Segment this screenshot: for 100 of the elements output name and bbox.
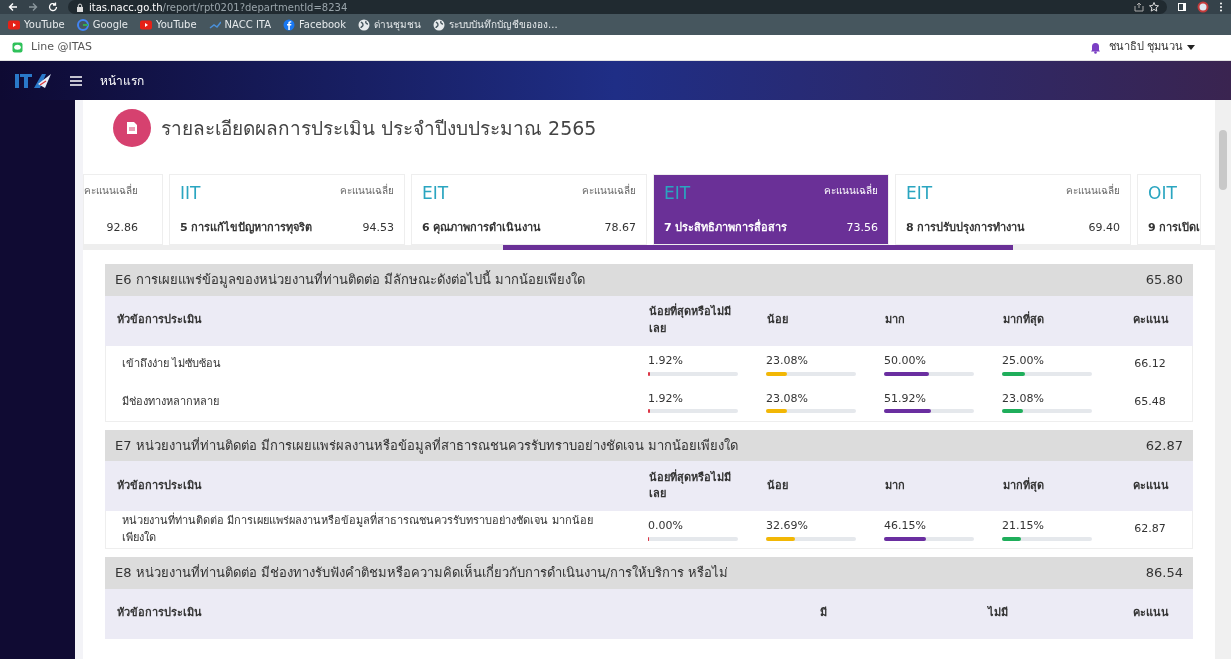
column-header: มากที่สุด	[1003, 312, 1045, 329]
tab-group: EIT	[664, 183, 788, 204]
bookmark-link[interactable]: Facebook	[283, 17, 347, 32]
item-label: หน่วยงานที่ท่านติดต่อ มีการเผยแพร่ผลงานหรือข้อมูลที่สาธารณชนควรรับทราบอย่างชัดเจน มากน้อยเพียงใด	[121, 513, 594, 546]
bookmark-link[interactable]: ด่านชุมชน	[358, 17, 422, 32]
tab-average-label: คะแนนเฉลี่ย	[824, 183, 878, 198]
address-bar[interactable]: itas.nacc.go.th/report/rpt0201?departmentId=8234	[68, 0, 1167, 14]
column-header: น้อยที่สุดหรือไม่มีเลย	[649, 469, 732, 502]
tab-group: OIT	[1148, 183, 1201, 204]
bookmark-link[interactable]: ระบบบันทึกบัญชีขององ...	[433, 17, 558, 32]
column-header: มากที่สุด	[1003, 477, 1045, 494]
bookmark-link[interactable]: NACC ITA	[208, 17, 272, 32]
bell-icon[interactable]	[1089, 41, 1101, 54]
percent-value: 51.92%	[884, 390, 927, 407]
bookmark-link[interactable]: Google	[76, 17, 128, 32]
question-score: 62.87	[1145, 436, 1183, 455]
user-menu[interactable]: ชนาธิป ชุมนวน	[1108, 39, 1195, 56]
percent-value: 32.69%	[766, 518, 809, 535]
category-tab[interactable]: IIT 5 การแก้ไขปัญหาการทุจริต คะแนนเฉลี่ย 94.53	[169, 174, 405, 245]
tab-group: IIT	[180, 183, 313, 204]
percent-value: 25.00%	[1002, 353, 1045, 370]
percent-value: 0.00%	[648, 518, 684, 535]
question-title: E7 หน่วยงานที่ท่านติดต่อ มีการเผยแพร่ผลงานหรือข้อมูลที่สาธารณชนควรรับทราบอย่างชัดเจน มากน้อยเพียงใด	[115, 436, 738, 455]
url-path: /report/rpt0201?departmentId=8234	[162, 1, 348, 13]
column-header: หัวข้อการประเมิน	[117, 477, 203, 494]
question-title: E8 หน่วยงานที่ท่านติดต่อ มีช่องทางรับฟังคำติชมหรือความคิดเห็นเกี่ยวกับการดำเนินงาน/การให้บริการ หรือไม่	[115, 563, 729, 582]
tab-name: 6 คุณภาพการดำเนินงาน	[422, 219, 542, 236]
globe-icon	[358, 18, 371, 31]
item-score: 62.87	[1133, 521, 1167, 538]
scrollbar[interactable]	[1215, 100, 1231, 659]
star-icon[interactable]	[1149, 2, 1159, 12]
logo-drawing[interactable]	[14, 71, 52, 90]
tab-average-label: คะแนนเฉลี่ย	[84, 183, 138, 198]
tab-average-label: คะแนนเฉลี่ย	[340, 183, 394, 198]
file-icon	[127, 122, 137, 134]
item-score: 65.48	[1133, 393, 1167, 410]
question-score: 86.54	[1145, 564, 1183, 582]
google-icon	[76, 18, 89, 31]
line-link[interactable]: Line @ITAS	[12, 39, 93, 56]
percent-value: 23.08%	[766, 353, 809, 370]
column-header: หัวข้อการประเมิน	[117, 605, 203, 622]
lock-icon	[76, 2, 84, 12]
category-tab[interactable]: OIT 9 การเปิดเ	[1137, 174, 1202, 245]
page-title: รายละเอียดผลการประเมิน ประจำปีงบประมาณ 2565	[161, 116, 597, 140]
url-host: itas.nacc.go.th	[89, 1, 163, 13]
side-panel-icon[interactable]	[1177, 2, 1187, 12]
category-tab[interactable]: EIT 6 คุณภาพการดำเนินงาน คะแนนเฉลี่ย 78.67	[411, 174, 647, 245]
scrollbar-thumb[interactable]	[1219, 130, 1227, 190]
category-tab[interactable]: EIT 8 การปรับปรุงการทำงาน คะแนนเฉลี่ย 69.40	[895, 174, 1131, 245]
column-header: น้อยที่สุดหรือไม่มีเลย	[649, 304, 732, 337]
column-header: คะแนน	[1132, 605, 1170, 622]
column-header: คะแนน	[1132, 477, 1170, 494]
question-score: 65.80	[1145, 271, 1183, 289]
tab-score: 73.56	[846, 219, 878, 236]
column-header: น้อย	[767, 312, 789, 329]
column-header: คะแนน	[1132, 312, 1170, 329]
share-icon[interactable]	[1134, 2, 1144, 12]
category-tab[interactable]: EIT 7 ประสิทธิภาพการสื่อสาร คะแนนเฉลี่ย 73.56	[653, 174, 889, 245]
column-header: หัวข้อการประเมิน	[117, 312, 203, 329]
tab-group: EIT	[906, 183, 1026, 204]
percent-value: 23.08%	[766, 390, 809, 407]
back-icon[interactable]	[8, 2, 18, 12]
tab-average-label: คะแนนเฉลี่ย	[582, 183, 636, 198]
chat-icon	[12, 42, 23, 53]
youtube-icon	[8, 18, 20, 31]
percent-value: 1.92%	[648, 390, 684, 407]
tab-score: 69.40	[1088, 219, 1120, 236]
percent-value: 50.00%	[884, 353, 927, 370]
percent-value: 21.15%	[1002, 518, 1045, 535]
tab-group: EIT	[422, 183, 542, 204]
column-header: มี	[820, 605, 828, 622]
avatar-icon[interactable]	[1197, 1, 1209, 13]
percent-value: 23.08%	[1002, 390, 1045, 407]
more-icon[interactable]	[1219, 2, 1223, 12]
caret-icon	[1187, 45, 1195, 50]
tab-average-label: คะแนนเฉลี่ย	[1066, 183, 1120, 198]
bookmark-link[interactable]: YouTube	[139, 17, 197, 32]
reload-icon[interactable]	[48, 2, 58, 12]
tab-name: 5 การแก้ไขปัญหาการทุจริต	[180, 219, 313, 236]
tab-name: 9 การเปิดเ	[1148, 219, 1201, 236]
home-link[interactable]: หน้าแรก	[100, 71, 144, 90]
question-title: E6 การเผยแพร่ข้อมูลของหน่วยงานที่ท่านติดต่อ มีลักษณะดังต่อไปนี้ มากน้อยเพียงใด	[115, 270, 585, 290]
forward-icon[interactable]	[28, 2, 38, 12]
percent-value: 1.92%	[648, 353, 684, 370]
youtube-icon	[139, 18, 152, 31]
category-tab[interactable]: คะแนนเฉลี่ย 92.86	[83, 174, 163, 245]
tab-score: 92.86	[106, 219, 138, 236]
bookmark-link[interactable]: YouTube	[8, 17, 65, 32]
tab-score: 94.53	[362, 219, 394, 236]
tab-name: 8 การปรับปรุงการทำงาน	[906, 219, 1026, 236]
column-header: มาก	[885, 477, 906, 494]
column-header: ไม่มี	[988, 605, 1009, 622]
globe-icon	[433, 18, 446, 31]
facebook-icon	[283, 18, 296, 31]
tab-score: 78.67	[604, 219, 636, 236]
percent-value: 46.15%	[884, 518, 927, 535]
tab-name: 7 ประสิทธิภาพการสื่อสาร	[664, 219, 788, 236]
menu-icon[interactable]	[70, 75, 82, 86]
column-header: มาก	[885, 312, 906, 329]
item-label: มีช่องทางหลากหลาย	[121, 393, 220, 410]
